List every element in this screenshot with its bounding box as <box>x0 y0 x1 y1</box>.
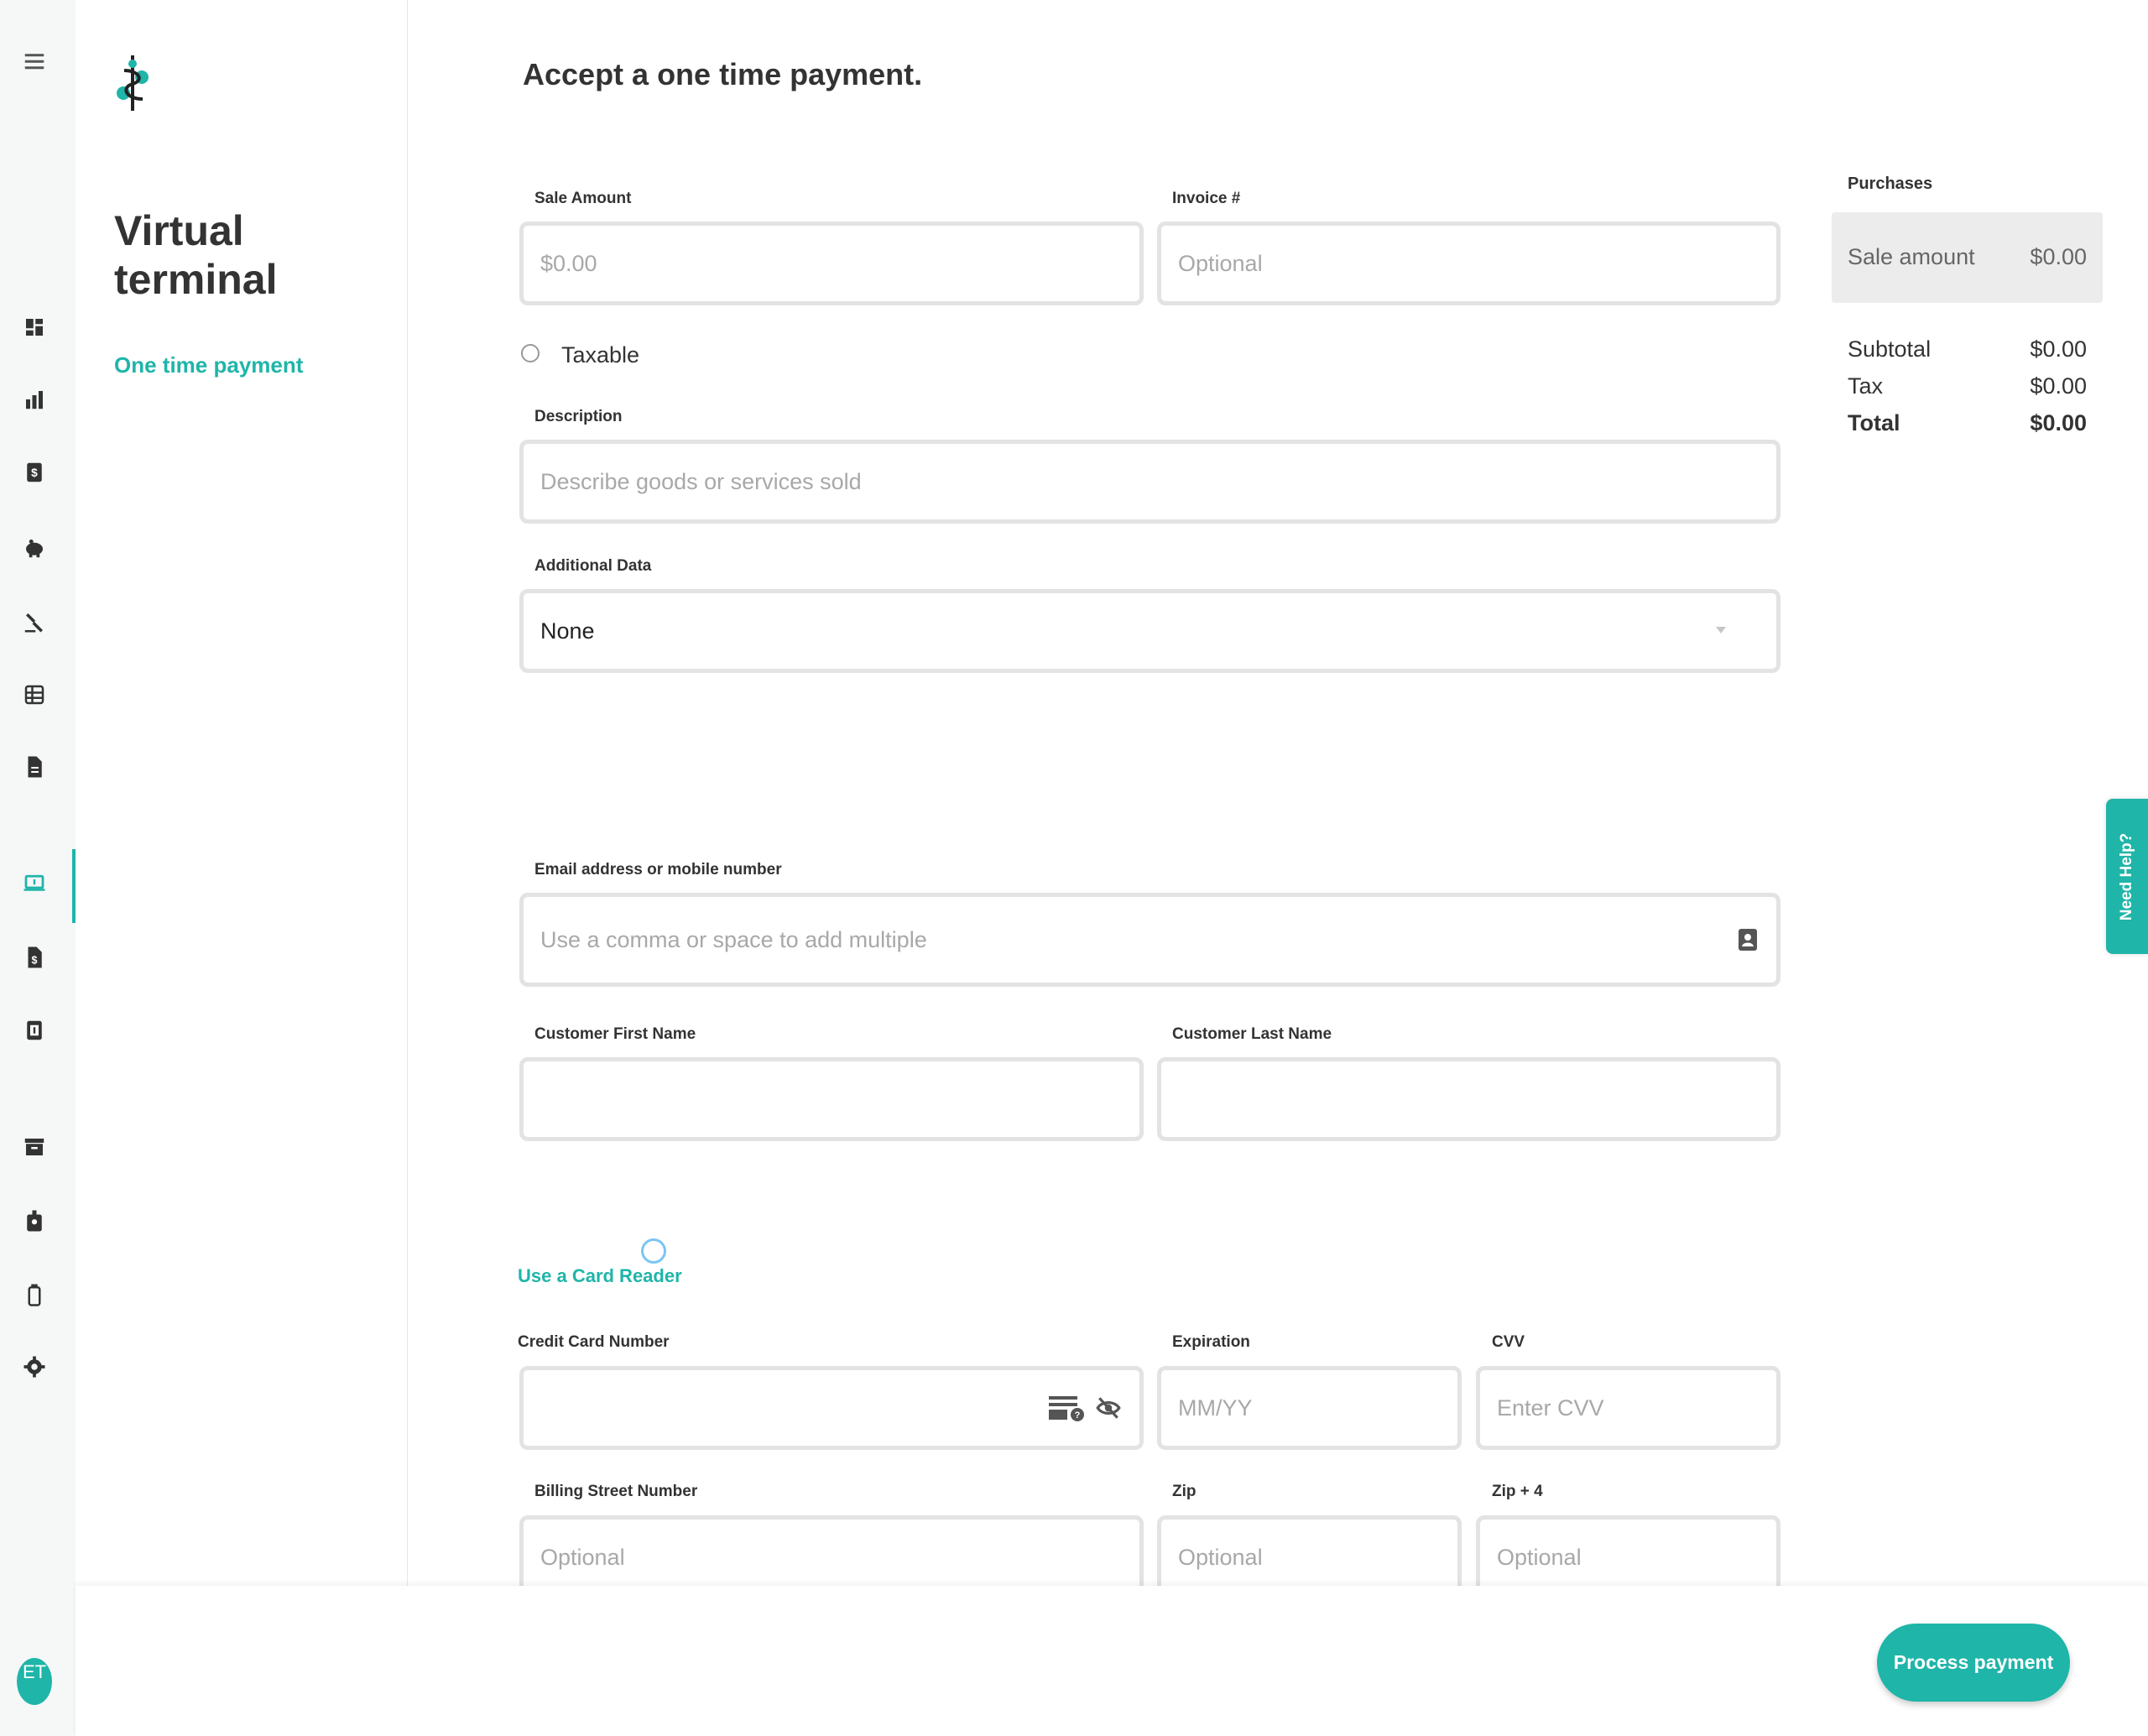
device-icon[interactable] <box>20 1280 49 1309</box>
svg-text:$: $ <box>32 955 38 967</box>
tax-value: $0.00 <box>2030 373 2087 399</box>
last-name-label: Customer Last Name <box>1172 1025 1332 1043</box>
taxable-label: Taxable <box>561 342 640 368</box>
tax-label: Tax <box>1848 373 1884 399</box>
sale-amount-label: Sale Amount <box>534 190 632 207</box>
card-help-icon[interactable]: ? <box>1047 1393 1086 1423</box>
cvv-input[interactable] <box>1476 1366 1780 1450</box>
table-icon[interactable] <box>20 680 49 709</box>
email-label: Email address or mobile number <box>534 861 782 878</box>
piggy-bank-icon[interactable] <box>20 534 49 562</box>
summary-sale-amount-label: Sale amount <box>1848 244 1975 269</box>
invoice-label: Invoice # <box>1172 190 1241 207</box>
receipt-icon[interactable] <box>20 1016 49 1045</box>
email-input[interactable] <box>519 893 1780 987</box>
summary-sale-amount-value: $0.00 <box>2030 244 2087 269</box>
process-payment-button[interactable]: Process payment <box>1877 1624 2070 1702</box>
svg-text:$: $ <box>31 467 38 479</box>
user-avatar[interactable]: ET <box>17 1658 52 1705</box>
purchases-title: Purchases <box>1848 175 1933 193</box>
expiration-label: Expiration <box>1172 1333 1250 1351</box>
brand-logo <box>114 55 153 111</box>
invoice-input[interactable] <box>1157 222 1780 305</box>
first-name-input[interactable] <box>519 1057 1144 1141</box>
sale-amount-summary: Sale amount $0.00 <box>1832 212 2103 303</box>
virtual-terminal-icon[interactable] <box>20 869 49 898</box>
transactions-icon[interactable]: $ <box>20 458 49 487</box>
settings-icon[interactable] <box>20 1353 49 1381</box>
hamburger-menu-icon[interactable] <box>20 47 49 76</box>
first-name-label: Customer First Name <box>534 1025 696 1043</box>
footer-bar <box>76 1586 2148 1736</box>
billing-street-label: Billing Street Number <box>534 1483 698 1500</box>
description-input[interactable] <box>519 440 1780 524</box>
additional-data-value: None <box>540 618 595 644</box>
description-label: Description <box>534 408 623 425</box>
additional-data-select[interactable]: None <box>519 589 1780 673</box>
subtotal-value: $0.00 <box>2030 336 2087 362</box>
invoice-icon[interactable]: $ <box>20 943 49 972</box>
secondary-nav: Virtual terminal One time payment <box>76 0 408 1586</box>
total-row: Total $0.00 <box>1848 410 2087 436</box>
additional-data-label: Additional Data <box>534 557 652 575</box>
zip-label: Zip <box>1172 1483 1197 1500</box>
contact-book-icon[interactable] <box>1735 925 1760 955</box>
tax-row: Tax $0.00 <box>1848 373 2087 399</box>
document-icon[interactable] <box>20 753 49 781</box>
one-time-payment-link[interactable]: One time payment <box>114 352 303 378</box>
form-heading: Accept a one time payment. <box>523 57 923 91</box>
nav-rail: $ $ ET <box>0 0 76 1736</box>
chevron-down-icon <box>1716 627 1726 633</box>
subtotal-row: Subtotal $0.00 <box>1848 336 2087 362</box>
visibility-off-icon[interactable] <box>1093 1393 1124 1423</box>
reports-icon[interactable] <box>20 385 49 414</box>
cvv-label: CVV <box>1492 1333 1525 1351</box>
total-label: Total <box>1848 410 1900 435</box>
zip4-label: Zip + 4 <box>1492 1483 1543 1500</box>
card-number-label: Credit Card Number <box>518 1333 670 1351</box>
total-value: $0.00 <box>2030 410 2087 435</box>
subtotal-label: Subtotal <box>1848 336 1932 362</box>
use-card-reader-link[interactable]: Use a Card Reader <box>518 1265 682 1287</box>
dashboard-icon[interactable] <box>20 313 49 341</box>
last-name-input[interactable] <box>1157 1057 1780 1141</box>
archive-icon[interactable] <box>20 1133 49 1161</box>
disputes-gavel-icon[interactable] <box>20 607 49 636</box>
page-title: Virtual terminal <box>114 207 278 303</box>
expiration-input[interactable] <box>1157 1366 1462 1450</box>
cursor-indicator <box>641 1238 666 1264</box>
need-help-tab[interactable]: Need Help? <box>2106 799 2148 954</box>
svg-text:?: ? <box>1075 1410 1081 1421</box>
taxable-radio[interactable] <box>521 344 540 362</box>
sale-amount-input[interactable] <box>519 222 1144 305</box>
need-help-label: Need Help? <box>2118 832 2135 920</box>
badge-icon[interactable] <box>20 1207 49 1235</box>
